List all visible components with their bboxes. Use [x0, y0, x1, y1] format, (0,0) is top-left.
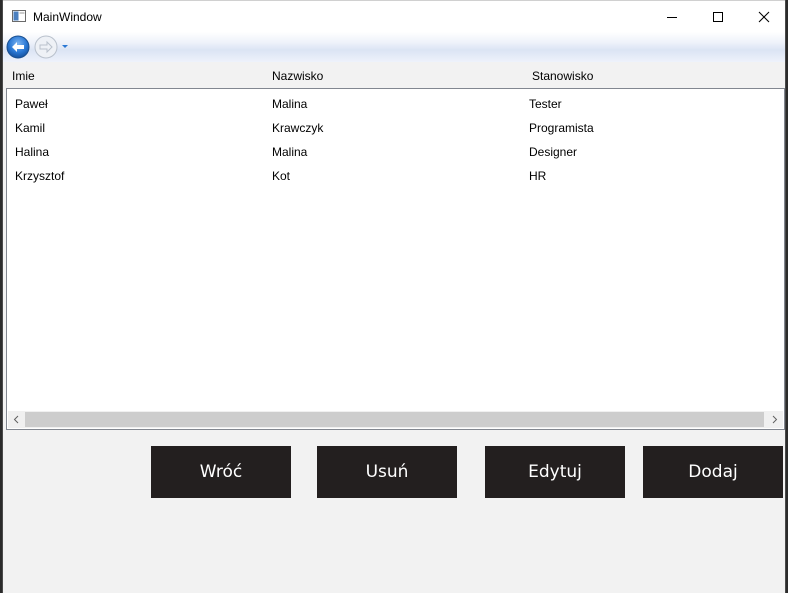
maximize-icon: [713, 12, 723, 22]
cell-nazwisko: Krawczyk: [272, 121, 324, 135]
list-column-header: Imie Nazwisko Stanowisko: [3, 62, 785, 88]
delete-button[interactable]: Usuń: [317, 446, 457, 498]
add-button[interactable]: Dodaj: [643, 446, 783, 498]
back-arrow-icon: [6, 35, 30, 59]
close-button[interactable]: [741, 1, 787, 33]
employee-list[interactable]: Paweł Malina Tester Kamil Krawczyk Progr…: [6, 88, 785, 430]
forward-arrow-icon: [34, 35, 58, 59]
cell-nazwisko: Malina: [272, 145, 308, 159]
cell-stanowisko: HR: [529, 169, 547, 183]
navigation-bar: [3, 32, 785, 62]
cell-imie: Krzysztof: [15, 169, 65, 183]
table-row[interactable]: Halina Malina Designer: [7, 137, 784, 161]
maximize-button[interactable]: [695, 1, 741, 33]
close-icon: [758, 11, 770, 23]
forward-button[interactable]: [34, 35, 58, 59]
title-bar[interactable]: MainWindow: [3, 0, 785, 33]
minimize-icon: [667, 17, 677, 18]
cell-stanowisko: Programista: [529, 121, 594, 135]
cell-nazwisko: Kot: [272, 169, 291, 183]
scroll-right-icon[interactable]: [766, 411, 783, 428]
cell-stanowisko: Tester: [529, 97, 562, 111]
table-row[interactable]: Kamil Krawczyk Programista: [7, 113, 784, 137]
cell-imie: Halina: [15, 145, 50, 159]
app-window-icon: [12, 10, 26, 22]
back-button[interactable]: [6, 35, 30, 59]
column-header-imie[interactable]: Imie: [12, 69, 35, 83]
column-header-stanowisko[interactable]: Stanowisko: [532, 69, 593, 83]
cell-imie: Kamil: [15, 121, 46, 135]
cell-stanowisko: Designer: [529, 145, 578, 159]
main-window: MainWindow Imie Nazwisko Stanowisko Pawe…: [2, 0, 786, 593]
scroll-left-icon[interactable]: [8, 411, 25, 428]
scrollbar-thumb[interactable]: [25, 412, 764, 427]
column-header-nazwisko[interactable]: Nazwisko: [272, 69, 323, 83]
horizontal-scrollbar[interactable]: [8, 411, 783, 428]
table-row[interactable]: Paweł Malina Tester: [7, 89, 784, 113]
cell-nazwisko: Malina: [272, 97, 308, 111]
cell-imie: Paweł: [15, 97, 48, 111]
table-row[interactable]: Krzysztof Kot HR: [7, 161, 784, 185]
edit-button[interactable]: Edytuj: [485, 446, 625, 498]
back-action-button[interactable]: Wróć: [151, 446, 291, 498]
minimize-button[interactable]: [649, 1, 695, 33]
window-title: MainWindow: [33, 10, 102, 24]
chevron-down-icon[interactable]: [61, 42, 69, 50]
